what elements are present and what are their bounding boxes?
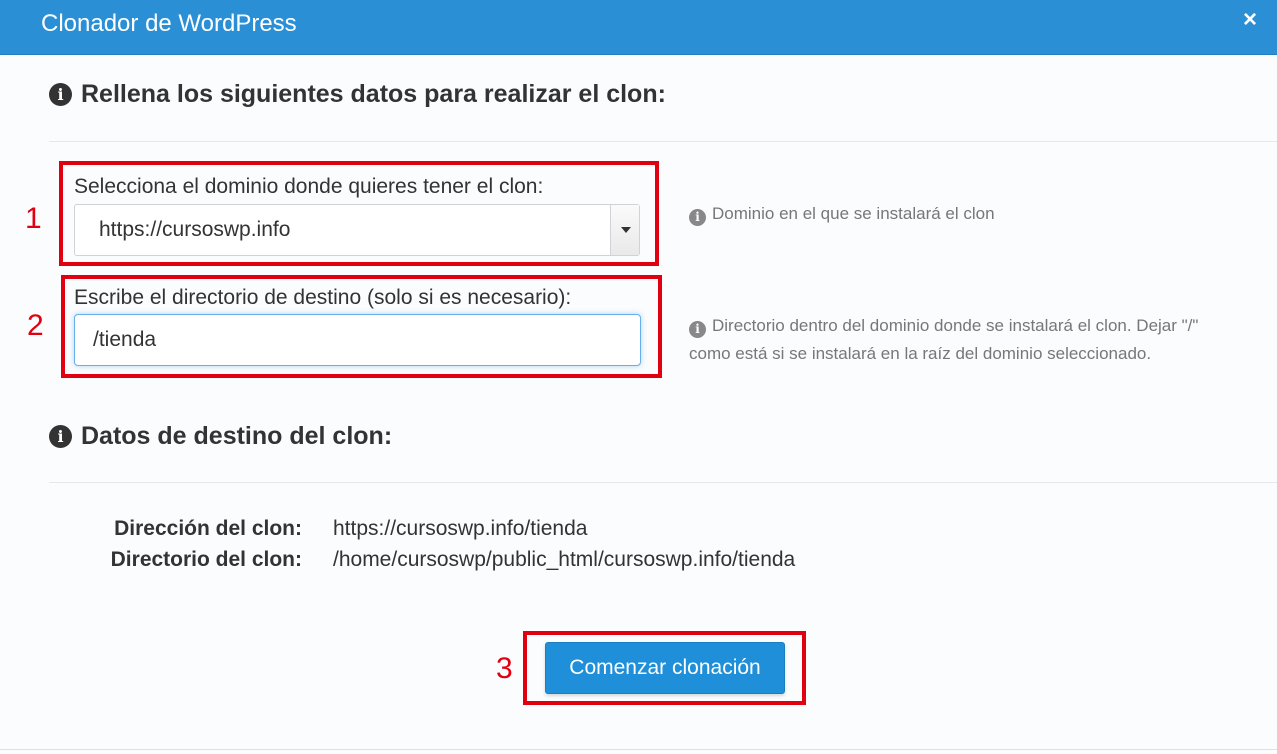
modal-header: Clonador de WordPress × [0,0,1277,55]
domain-help: i Dominio en el que se instalará el clon [689,200,995,228]
domain-help-text: Dominio en el que se instalará el clon [712,204,995,223]
modal-body: i Rellena los siguientes datos para real… [0,56,1277,754]
divider [49,482,1277,483]
domain-select[interactable]: https://cursoswp.info [74,204,640,256]
directory-help-line1: Directorio dentro del dominio donde se i… [712,316,1199,335]
footer-divider [0,749,1277,750]
start-clone-button[interactable]: Comenzar clonación [545,642,785,694]
modal-title: Clonador de WordPress [41,10,297,37]
step-number-2: 2 [27,309,44,342]
destination-section-title: i Datos de destino del clon: [49,421,392,451]
clone-address-label: Dirección del clon: [114,517,302,540]
directory-label: Escribe el directorio de destino (solo s… [74,286,572,309]
clone-address-value: https://cursoswp.info/tienda [333,517,588,540]
form-section-title-text: Rellena los siguientes datos para realiz… [81,80,666,108]
info-icon: i [689,321,706,338]
close-icon[interactable]: × [1236,6,1264,34]
chevron-down-icon[interactable] [610,205,639,255]
directory-help-line2: como está si se instalará en la raíz del… [689,344,1152,363]
form-section-title: i Rellena los siguientes datos para real… [49,79,666,109]
info-icon: i [689,209,706,226]
info-icon: i [49,424,72,448]
domain-label: Selecciona el dominio donde quieres tene… [74,175,544,198]
domain-select-value: https://cursoswp.info [99,218,291,241]
destination-section-title-text: Datos de destino del clon: [81,422,393,450]
directory-help: i Directorio dentro del dominio donde se … [689,312,1198,340]
info-icon: i [49,82,72,106]
clone-directory-label: Directorio del clon: [110,548,302,571]
clone-directory-value: /home/cursoswp/public_html/cursoswp.info… [333,548,796,571]
directory-input[interactable] [74,314,641,366]
step-number-1: 1 [25,202,42,235]
step-number-3: 3 [496,652,513,685]
divider [49,141,1277,142]
